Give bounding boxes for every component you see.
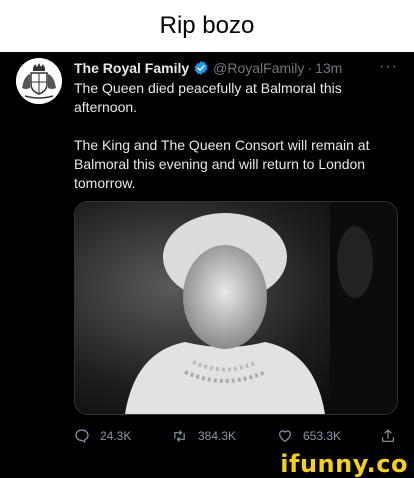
reply-icon [75,429,89,444]
like-count: 653.3K [303,429,342,443]
ifunny-logo: ifunny.co [280,450,408,478]
tweet-card[interactable]: The Royal Family @RoyalFamily · 13m ··· … [0,52,414,456]
retweet-icon [174,430,185,442]
retweet-button[interactable]: 384.3K [171,428,236,444]
more-options-icon[interactable]: ··· [379,58,398,76]
royal-crest-icon [16,58,62,104]
tweet-paragraph-2: The King and The Queen Consort will rema… [74,137,370,191]
avatar[interactable] [16,58,62,104]
meme-caption-bar: Rip bozo [0,0,414,52]
like-button[interactable]: 653.3K [277,428,341,444]
user-handle[interactable]: @RoyalFamily [213,60,304,76]
watermark-bar: ifunny.co [0,450,414,478]
verified-badge-icon [194,61,208,75]
reply-button[interactable]: 24.3K [74,428,131,444]
tweet-photo[interactable] [74,201,398,415]
tweet-paragraph-1: The Queen died peacefully at Balmoral th… [74,80,342,115]
timestamp[interactable]: 13m [315,60,342,76]
like-icon [279,430,291,443]
tweet-text: The Queen died peacefully at Balmoral th… [74,79,384,193]
separator-dot: · [307,60,313,76]
retweet-count: 384.3K [198,429,237,443]
display-name[interactable]: The Royal Family [74,60,189,76]
tweet-actions: 24.3K 384.3K 653.3K [74,426,404,446]
meme-caption: Rip bozo [159,12,255,39]
share-icon [382,429,394,442]
portrait-photo [75,202,397,414]
share-button[interactable] [380,428,406,444]
reply-count: 24.3K [100,429,132,443]
tweet-header: The Royal Family @RoyalFamily · 13m ··· [74,58,402,78]
